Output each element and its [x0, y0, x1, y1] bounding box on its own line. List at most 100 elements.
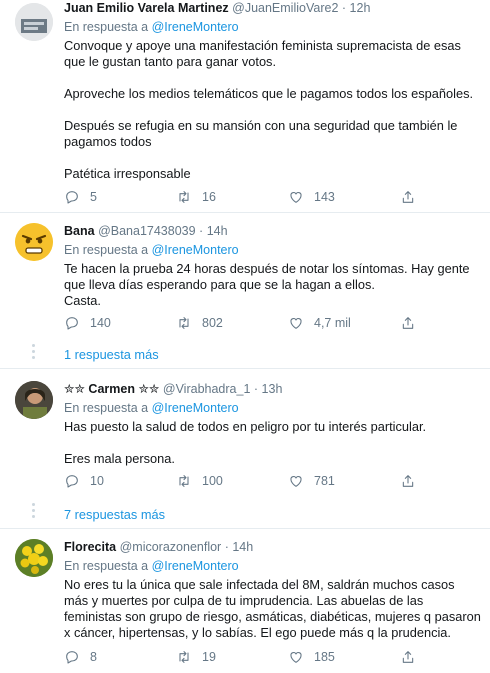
- retweet-button[interactable]: 802: [176, 314, 288, 332]
- avatar[interactable]: [15, 223, 53, 261]
- share-button[interactable]: [400, 472, 440, 490]
- share-button[interactable]: [400, 314, 440, 332]
- retweet-count: 19: [202, 650, 216, 664]
- reply-mention-link[interactable]: @IreneMontero: [152, 401, 239, 415]
- avatar[interactable]: [15, 3, 53, 41]
- reply-count: 5: [90, 190, 97, 204]
- share-button[interactable]: [400, 648, 440, 666]
- tweet-text-line: Convoque y apoye una manifestación femin…: [64, 38, 461, 69]
- retweet-icon: [179, 475, 189, 487]
- like-button[interactable]: 143: [288, 188, 400, 206]
- tweet-text-line: Casta.: [64, 293, 101, 308]
- retweet-count: 16: [202, 190, 216, 204]
- retweet-icon: [179, 317, 189, 329]
- heart-icon: [290, 192, 302, 203]
- retweet-icon: [179, 191, 189, 203]
- thread-dots: [32, 503, 36, 521]
- reply-context: En respuesta a @IreneMontero: [64, 558, 482, 574]
- author-name[interactable]: Bana: [64, 224, 95, 238]
- reply-button[interactable]: 8: [64, 648, 176, 666]
- tweet-text-line: Patética irresponsable: [64, 166, 191, 181]
- share-icon: [402, 651, 414, 663]
- timestamp[interactable]: 12h: [350, 1, 371, 15]
- tweet-text: No eres tu la única que sale infectada d…: [64, 577, 482, 641]
- show-more-replies-link[interactable]: 7 respuestas más: [64, 507, 165, 522]
- separator-dot: ·: [341, 1, 347, 15]
- retweet-button[interactable]: 16: [176, 188, 288, 206]
- tweet-text-line: Has puesto la salud de todos en peligro …: [64, 419, 427, 434]
- reply-count: 10: [90, 474, 104, 488]
- reply-icon: [66, 317, 78, 330]
- tweet-text-line: No eres tu la única que sale infectada d…: [64, 577, 481, 640]
- tweet-text-line: Después se refugia en su mansión con una…: [64, 118, 458, 149]
- thread-dots: [32, 344, 36, 362]
- reply-prefix: En respuesta a: [64, 20, 149, 34]
- tweet[interactable]: Bana @Bana17438039 · 14h En respuesta a …: [0, 213, 490, 340]
- tweet-header: Bana @Bana17438039 · 14h: [64, 223, 482, 239]
- retweet-count: 802: [202, 316, 223, 330]
- like-count: 781: [314, 474, 335, 488]
- timestamp[interactable]: 14h: [232, 540, 253, 554]
- timestamp[interactable]: 13h: [262, 382, 283, 396]
- author-name[interactable]: Juan Emilio Varela Martinez: [64, 1, 229, 15]
- share-button[interactable]: [400, 188, 440, 206]
- tweet[interactable]: ✮✮ Carmen ✮✮ @Virabhadra_1 · 13h En resp…: [0, 369, 490, 499]
- tweet-text-line: Te hacen la prueba 24 horas después de n…: [64, 261, 470, 292]
- author-name[interactable]: Florecita: [64, 540, 116, 554]
- separator-dot: ·: [199, 224, 204, 238]
- author-handle[interactable]: @Virabhadra_1: [163, 382, 251, 396]
- reply-count: 140: [90, 316, 111, 330]
- reply-button[interactable]: 5: [64, 188, 176, 206]
- avatar[interactable]: [15, 539, 53, 577]
- tweet-actions: 8 19 185: [64, 648, 444, 666]
- tweet-text-line: Eres mala persona.: [64, 451, 175, 466]
- heart-icon: [290, 652, 302, 663]
- like-button[interactable]: 4,7 mil: [288, 314, 400, 332]
- retweet-count: 100: [202, 474, 223, 488]
- reply-prefix: En respuesta a: [64, 559, 149, 573]
- tweet-text: Te hacen la prueba 24 horas después de n…: [64, 261, 482, 309]
- like-button[interactable]: 781: [288, 472, 400, 490]
- author-handle[interactable]: @JuanEmilioVare2: [232, 1, 338, 15]
- reply-mention-link[interactable]: @IreneMontero: [152, 559, 239, 573]
- timestamp[interactable]: 14h: [207, 224, 228, 238]
- reply-icon: [66, 651, 78, 664]
- share-icon: [402, 191, 414, 203]
- more-replies-row[interactable]: 1 respuesta más: [0, 340, 490, 369]
- reply-prefix: En respuesta a: [64, 401, 149, 415]
- reply-mention-link[interactable]: @IreneMontero: [152, 243, 239, 257]
- like-button[interactable]: 185: [288, 648, 400, 666]
- tweet-text: Has puesto la salud de todos en peligro …: [64, 419, 482, 467]
- tweet-text: Convoque y apoye una manifestación femin…: [64, 38, 482, 182]
- separator-dot: ·: [253, 382, 259, 396]
- reply-icon: [66, 475, 78, 488]
- retweet-button[interactable]: 19: [176, 648, 288, 666]
- tweet-text-line: Aproveche los medios telemáticos que le …: [64, 86, 474, 101]
- reply-button[interactable]: 140: [64, 314, 176, 332]
- like-count: 185: [314, 650, 335, 664]
- author-name[interactable]: ✮✮ Carmen ✮✮: [64, 382, 159, 396]
- reply-mention-link[interactable]: @IreneMontero: [152, 20, 239, 34]
- more-replies-row[interactable]: 7 respuestas más: [0, 499, 490, 529]
- share-icon: [402, 317, 414, 329]
- show-more-replies-link[interactable]: 1 respuesta más: [64, 347, 159, 362]
- author-handle[interactable]: @Bana17438039: [98, 224, 196, 238]
- heart-icon: [290, 318, 302, 329]
- like-count: 143: [314, 190, 335, 204]
- like-count: 4,7 mil: [314, 316, 351, 330]
- tweet[interactable]: Florecita @micorazonenflor · 14h En resp…: [0, 529, 490, 673]
- tweet[interactable]: Juan Emilio Varela Martinez @JuanEmilioV…: [0, 0, 490, 213]
- reply-context: En respuesta a @IreneMontero: [64, 19, 482, 35]
- tweet-header: ✮✮ Carmen ✮✮ @Virabhadra_1 · 13h: [64, 381, 482, 397]
- reply-prefix: En respuesta a: [64, 243, 149, 257]
- tweet-actions: 140 802 4,7 mil: [64, 314, 444, 332]
- reply-context: En respuesta a @IreneMontero: [64, 242, 482, 258]
- avatar[interactable]: [15, 381, 53, 419]
- reply-button[interactable]: 10: [64, 472, 176, 490]
- retweet-icon: [179, 651, 189, 663]
- tweet-actions: 5 16 143: [64, 188, 444, 206]
- tweet-header: Florecita @micorazonenflor · 14h: [64, 539, 482, 555]
- retweet-button[interactable]: 100: [176, 472, 288, 490]
- author-handle[interactable]: @micorazonenflor: [120, 540, 222, 554]
- share-icon: [402, 475, 414, 487]
